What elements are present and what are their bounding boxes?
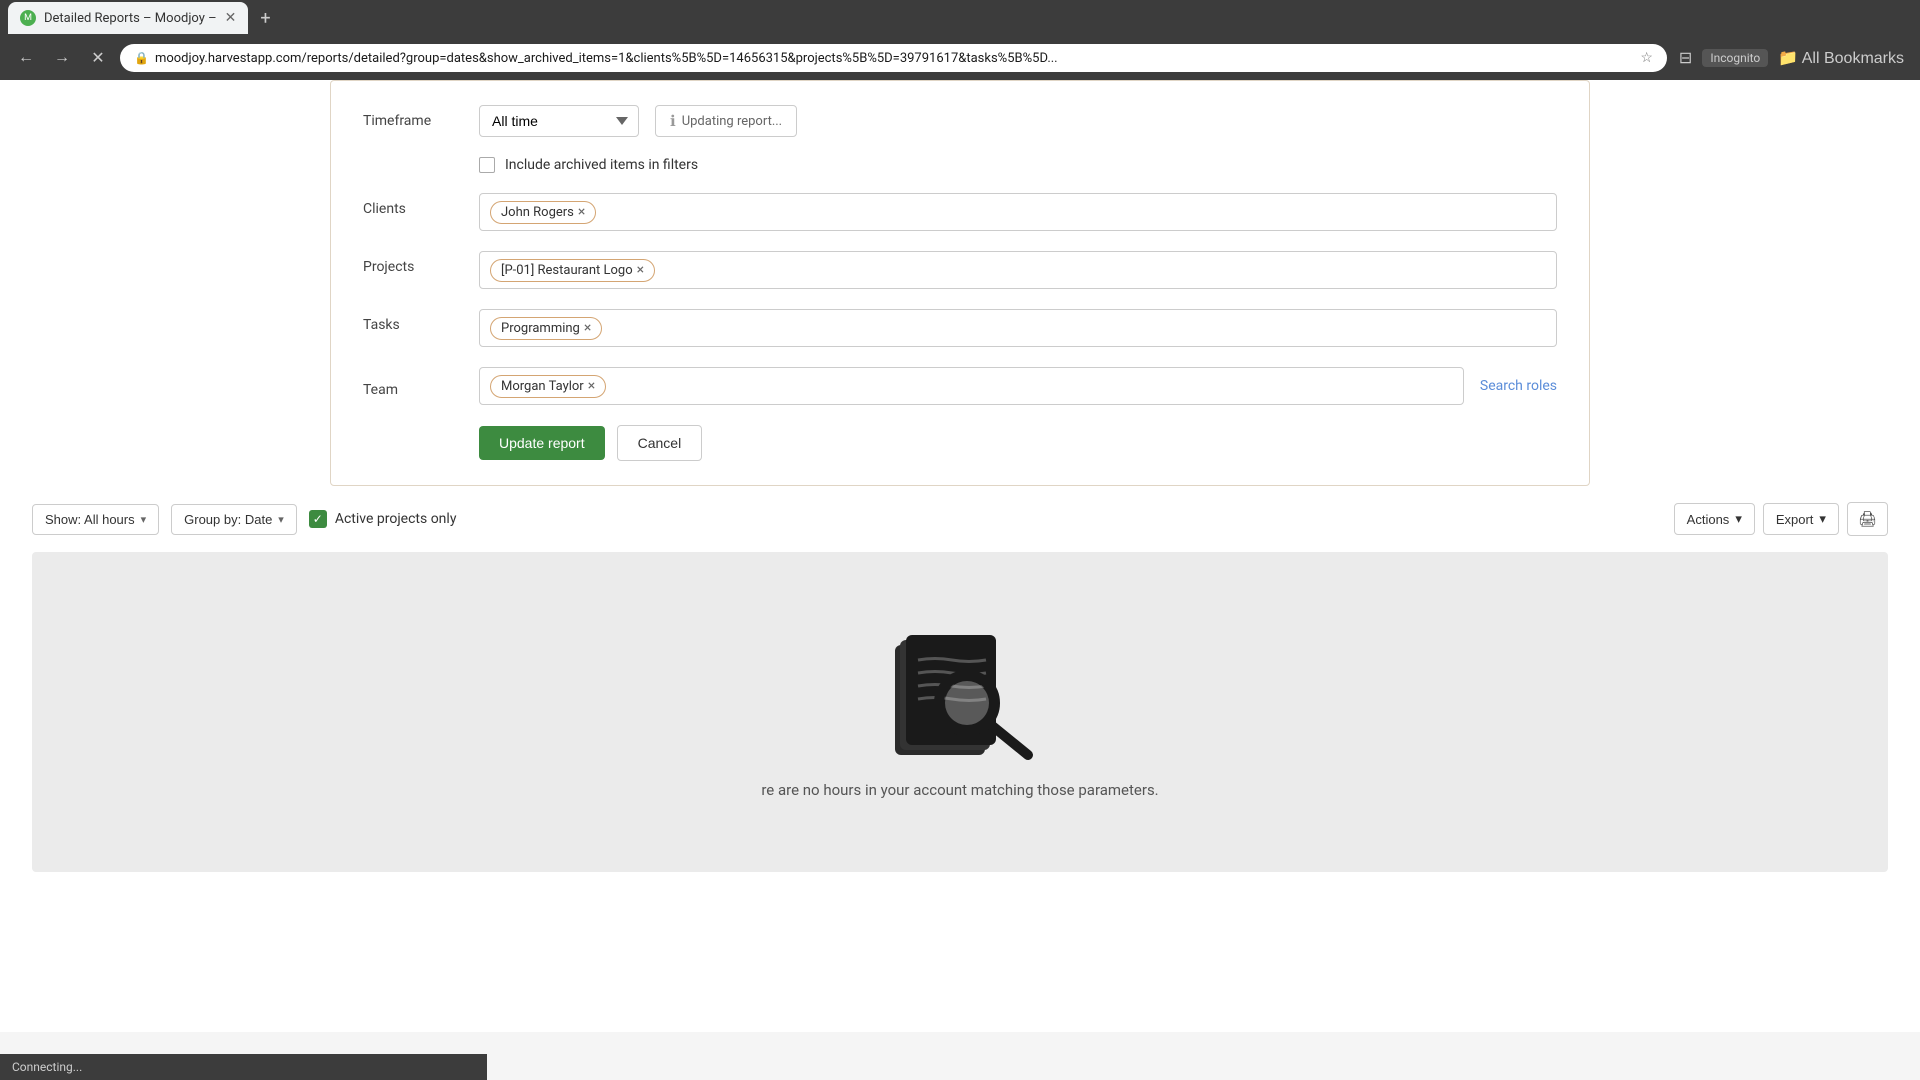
tab-favicon: M — [20, 10, 36, 26]
results-area: re are no hours in your account matching… — [32, 552, 1888, 872]
tasks-input[interactable]: Programming × — [479, 309, 1557, 347]
cancel-button[interactable]: Cancel — [617, 425, 703, 461]
show-hours-chevron-icon: ▾ — [141, 513, 147, 526]
search-roles-link[interactable]: Search roles — [1480, 378, 1557, 394]
group-by-chevron-icon: ▾ — [278, 513, 284, 526]
archive-row: Include archived items in filters — [479, 157, 1557, 173]
results-toolbar: Show: All hours ▾ Group by: Date ▾ ✓ Act… — [0, 486, 1920, 552]
clients-row: Clients John Rogers × — [363, 193, 1557, 231]
new-tab-button[interactable]: + — [252, 8, 278, 29]
info-icon: ℹ — [670, 112, 676, 130]
url-text: moodjoy.harvestapp.com/reports/detailed?… — [155, 51, 1634, 66]
show-hours-dropdown[interactable]: Show: All hours ▾ — [32, 504, 159, 535]
group-by-label: Group by: Date — [184, 512, 272, 527]
timeframe-label: Timeframe — [363, 113, 463, 129]
team-input[interactable]: Morgan Taylor × — [479, 367, 1464, 405]
no-results-illustration — [880, 625, 1040, 765]
back-button[interactable]: ← — [12, 44, 40, 72]
status-bar: Connecting... — [0, 1054, 487, 1080]
project-tag-restaurant-logo[interactable]: [P-01] Restaurant Logo × — [490, 259, 655, 282]
export-chevron-icon: ▾ — [1819, 511, 1826, 527]
remove-client-john-rogers[interactable]: × — [578, 205, 585, 219]
show-hours-label: Show: All hours — [45, 512, 135, 527]
archive-checkbox[interactable] — [479, 157, 495, 173]
print-button[interactable]: 🖨 — [1847, 502, 1888, 536]
bookmark-icon: ☆ — [1640, 50, 1653, 66]
remove-task-programming[interactable]: × — [584, 321, 591, 335]
tasks-row: Tasks Programming × — [363, 309, 1557, 347]
project-tag-text: [P-01] Restaurant Logo — [501, 263, 633, 278]
active-projects-toggle[interactable]: ✓ Active projects only — [309, 510, 457, 528]
actions-dropdown[interactable]: Actions ▾ — [1674, 503, 1755, 535]
address-bar[interactable]: 🔒 moodjoy.harvestapp.com/reports/detaile… — [120, 44, 1667, 72]
filter-panel: Timeframe All time Today This week This … — [330, 80, 1590, 486]
button-row: Update report Cancel — [479, 425, 1557, 461]
no-results-text: re are no hours in your account matching… — [761, 781, 1158, 799]
active-projects-checkbox[interactable]: ✓ — [309, 510, 327, 528]
client-tag-john-rogers[interactable]: John Rogers × — [490, 201, 596, 224]
projects-row: Projects [P-01] Restaurant Logo × — [363, 251, 1557, 289]
client-tag-text: John Rogers — [501, 205, 574, 220]
address-bar-row: ← → ✕ 🔒 moodjoy.harvestapp.com/reports/d… — [0, 36, 1920, 80]
group-by-dropdown[interactable]: Group by: Date ▾ — [171, 504, 297, 535]
projects-label: Projects — [363, 251, 463, 275]
export-label: Export — [1776, 512, 1814, 527]
sidebar-button[interactable]: ⊟ — [1675, 44, 1696, 72]
task-tag-programming[interactable]: Programming × — [490, 317, 602, 340]
updating-text: Updating report... — [682, 114, 782, 129]
tab-bar: M Detailed Reports – Moodjoy – ✕ + — [0, 0, 1920, 36]
update-report-button[interactable]: Update report — [479, 426, 605, 460]
remove-team-morgan-taylor[interactable]: × — [588, 379, 595, 393]
forward-button[interactable]: → — [48, 44, 76, 72]
actions-label: Actions — [1687, 512, 1730, 527]
export-dropdown[interactable]: Export ▾ — [1763, 503, 1839, 535]
browser-toolbar-right: ⊟ Incognito 📁 All Bookmarks — [1675, 44, 1908, 72]
team-tag-text: Morgan Taylor — [501, 379, 584, 394]
clients-input[interactable]: John Rogers × — [479, 193, 1557, 231]
lock-icon: 🔒 — [134, 51, 149, 65]
status-text: Connecting... — [12, 1060, 82, 1074]
incognito-badge: Incognito — [1702, 49, 1768, 67]
updating-report-badge: ℹ Updating report... — [655, 105, 797, 137]
active-projects-label: Active projects only — [335, 511, 457, 527]
team-label: Team — [363, 374, 463, 398]
remove-project-restaurant-logo[interactable]: × — [637, 263, 644, 277]
archive-label: Include archived items in filters — [505, 157, 698, 173]
page-content: Timeframe All time Today This week This … — [0, 80, 1920, 1032]
timeframe-row: Timeframe All time Today This week This … — [363, 105, 1557, 137]
reload-button[interactable]: ✕ — [84, 44, 112, 72]
active-tab[interactable]: M Detailed Reports – Moodjoy – ✕ — [8, 2, 248, 34]
bookmarks-button[interactable]: 📁 All Bookmarks — [1774, 44, 1908, 72]
tab-close-button[interactable]: ✕ — [225, 10, 237, 26]
timeframe-select[interactable]: All time Today This week This month This… — [479, 105, 639, 137]
tab-title: Detailed Reports – Moodjoy – — [44, 11, 217, 26]
tasks-label: Tasks — [363, 309, 463, 333]
actions-chevron-icon: ▾ — [1735, 511, 1742, 527]
task-tag-text: Programming — [501, 321, 580, 336]
team-tag-morgan-taylor[interactable]: Morgan Taylor × — [490, 375, 606, 398]
clients-label: Clients — [363, 193, 463, 217]
projects-input[interactable]: [P-01] Restaurant Logo × — [479, 251, 1557, 289]
toolbar-right-group: Actions ▾ Export ▾ 🖨 — [1674, 502, 1888, 536]
team-row: Team Morgan Taylor × Search roles — [363, 367, 1557, 405]
